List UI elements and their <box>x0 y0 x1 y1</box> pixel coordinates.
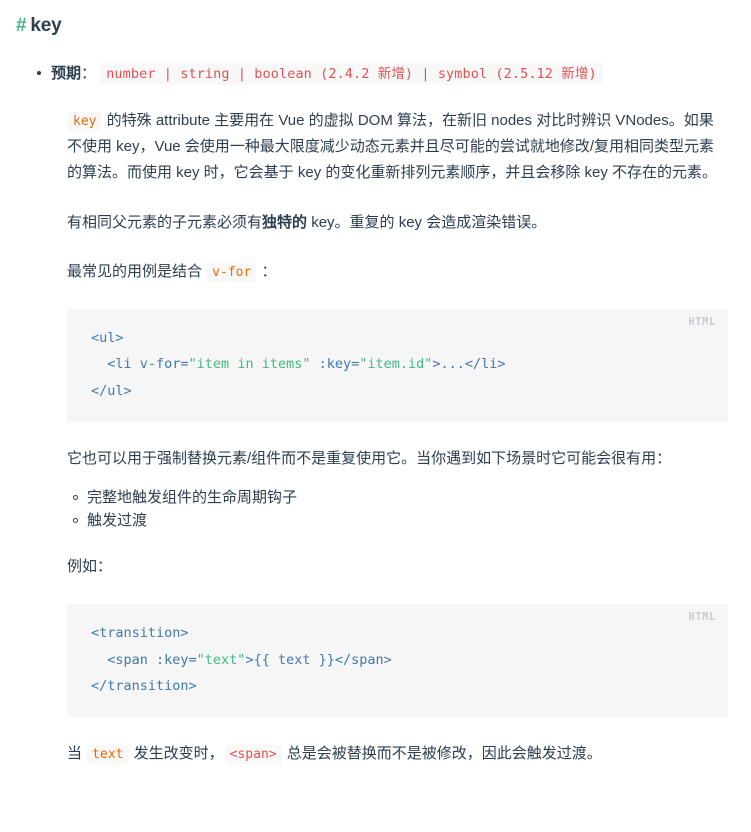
expectation-separator: ： <box>81 64 97 82</box>
paragraph-force-replace: 它也可以用于强制替换元素/组件而不是重复使用它。当你遇到如下场景时它可能会很有用… <box>67 450 672 468</box>
paragraph-text-change: 当 text 发生改变时， <span> 总是会被替换而不是被修改，因此会触发过渡… <box>67 741 728 767</box>
code-content-transition[interactable]: <transition> <span :key="text">{{ text }… <box>91 620 704 699</box>
code-block-vfor: HTML <ul> <li v-for="item in items" :key… <box>67 309 728 423</box>
code-language-label: HTML <box>688 316 716 329</box>
page-title: # key <box>16 0 728 39</box>
paragraph-unique-key-part1: 有相同父元素的子元素必须有 <box>67 213 263 231</box>
code-block-transition: HTML <transition> <span :key="text">{{ t… <box>67 604 728 718</box>
inline-code-key: key <box>68 112 102 132</box>
inline-code-span-tag: <span> <box>224 745 282 765</box>
paragraph-example-label: 例如： <box>67 558 113 576</box>
paragraph-unique-key-bold: 独特的 <box>262 213 308 231</box>
expectation-list: 预期： number | string | boolean (2.4.2 新增)… <box>16 61 728 87</box>
paragraph-text-change-part3: 总是会被替换而不是被修改，因此会触发过渡。 <box>282 745 602 763</box>
inline-code-v-for: v-for <box>207 263 257 283</box>
inline-code-text: text <box>87 745 129 765</box>
use-case-list: 完整地触发组件的生命周期钩子 触发过渡 <box>67 486 728 533</box>
heading-anchor-icon[interactable]: # <box>16 15 27 36</box>
paragraph-unique-key-part2: key。重复的 key 会造成渲染错误。 <box>307 213 547 231</box>
doc-body: key 的特殊 attribute 主要用在 Vue 的虚拟 DOM 算法，在新… <box>16 108 728 767</box>
paragraph-vfor-usage-part1: 最常见的用例是结合 <box>67 263 207 281</box>
paragraph-vfor-usage-part2: ： <box>257 263 277 281</box>
paragraph-vfor-usage: 最常见的用例是结合 v-for ： <box>67 259 728 285</box>
paragraph-text-change-part1: 当 <box>67 745 87 763</box>
list-item: 触发过渡 <box>73 509 728 532</box>
expectation-types-code: number | string | boolean (2.4.2 新增) | s… <box>100 62 603 85</box>
page-title-text: key <box>30 15 62 36</box>
paragraph-key-description: key 的特殊 attribute 主要用在 Vue 的虚拟 DOM 算法，在新… <box>67 108 728 185</box>
code-content-vfor[interactable]: <ul> <li v-for="item in items" :key="ite… <box>91 325 704 404</box>
paragraph-unique-key: 有相同父元素的子元素必须有独特的 key。重复的 key 会造成渲染错误。 <box>67 210 728 236</box>
expectation-label: 预期 <box>51 64 82 82</box>
paragraph-text-change-part2: 发生改变时， <box>129 745 224 763</box>
doc-page: # key 预期： number | string | boolean (2.4.… <box>0 0 751 832</box>
paragraph-key-description-text: 的特殊 attribute 主要用在 Vue 的虚拟 DOM 算法，在新旧 no… <box>67 112 718 181</box>
list-item: 完整地触发组件的生命周期钩子 <box>73 486 728 509</box>
expectation-item: 预期： number | string | boolean (2.4.2 新增)… <box>37 61 728 87</box>
code-language-label: HTML <box>688 611 716 624</box>
